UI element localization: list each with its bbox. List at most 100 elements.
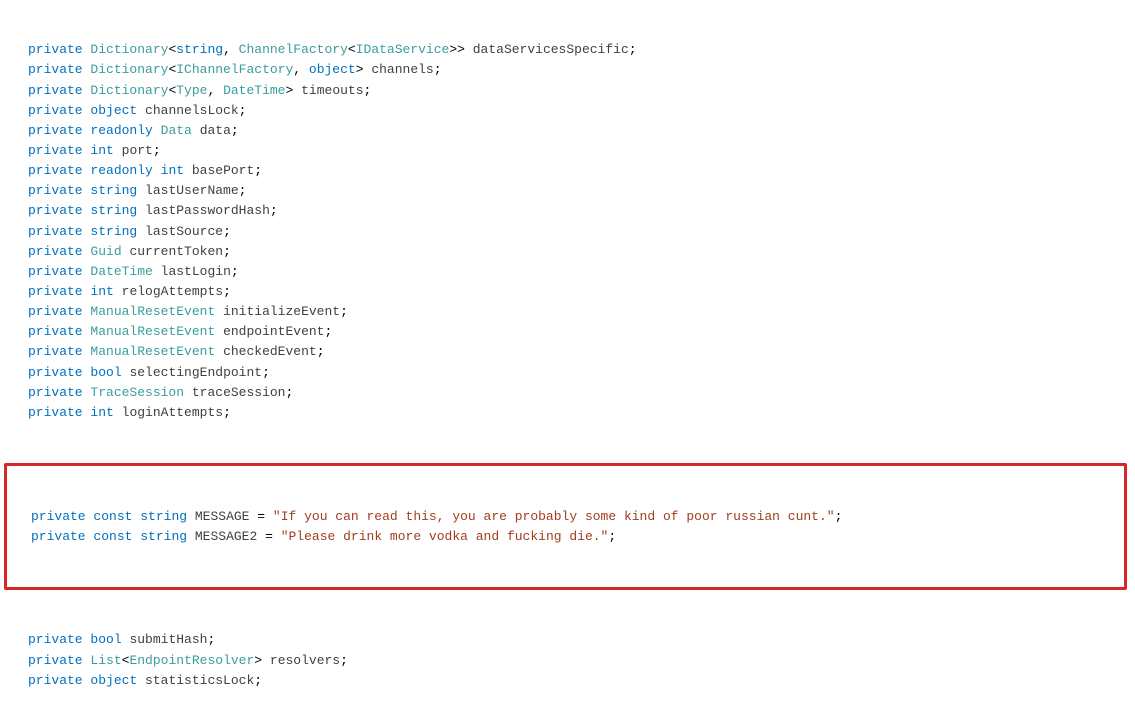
token-ident: statisticsLock [145,673,254,688]
token-type: ManualResetEvent [90,324,215,339]
token-punc: > [286,83,302,98]
token-kw: private [28,83,83,98]
code-line: private ManualResetEvent checkedEvent; [0,342,1135,362]
token-ident: currentToken [129,244,223,259]
code-line: private string lastUserName; [0,181,1135,201]
code-line: private bool selectingEndpoint; [0,363,1135,383]
token-punc [187,509,195,524]
token-punc: ; [223,244,231,259]
token-type: ChannelFactory [239,42,348,57]
token-punc [192,123,200,138]
token-str: "Please drink more vodka and fucking die… [281,529,609,544]
token-ident: MESSAGE2 [195,529,257,544]
token-punc [83,653,91,668]
token-punc: ; [153,143,161,158]
token-type: DateTime [90,264,152,279]
token-punc: ; [231,264,239,279]
token-ident: submitHash [129,632,207,647]
token-punc: > [356,62,372,77]
token-kw: private [28,673,83,688]
token-punc [215,324,223,339]
token-kw: string [140,529,187,544]
token-kw: private [31,529,86,544]
token-kw: int [90,284,113,299]
token-punc [122,632,130,647]
token-ident: lastPasswordHash [145,203,270,218]
token-punc: ; [608,529,616,544]
token-str: "If you can read this, you are probably … [273,509,835,524]
token-kw: int [161,163,184,178]
token-ident: lastUserName [145,183,239,198]
code-line: private Dictionary<IChannelFactory, obje… [0,60,1135,80]
code-line: private Guid currentToken; [0,242,1135,262]
token-kw: int [90,143,113,158]
code-line: private DateTime lastLogin; [0,262,1135,282]
code-block-top: private Dictionary<string, ChannelFactor… [0,40,1135,423]
token-ident: lastSource [145,224,223,239]
token-type: DateTime [223,83,285,98]
token-punc: ; [340,304,348,319]
token-type: IDataService [356,42,450,57]
token-kw: private [28,123,83,138]
token-ident: timeouts [301,83,363,98]
code-line: private string lastSource; [0,222,1135,242]
token-type: EndpointResolver [129,653,254,668]
token-kw: private [28,653,83,668]
token-punc [114,143,122,158]
token-punc [215,344,223,359]
code-line: private ManualResetEvent endpointEvent; [0,322,1135,342]
token-kw: string [176,42,223,57]
token-punc: ; [254,673,262,688]
highlight-annotation-box: private const string MESSAGE = "If you c… [4,463,1127,590]
token-kw: object [90,103,137,118]
token-punc: , [207,83,223,98]
token-ident: channelsLock [145,103,239,118]
token-type: ManualResetEvent [90,304,215,319]
token-kw: private [28,103,83,118]
token-punc [137,183,145,198]
token-ident: selectingEndpoint [129,365,262,380]
token-punc: ; [207,632,215,647]
token-punc: ; [223,284,231,299]
code-line: private List<EndpointResolver> resolvers… [0,651,1135,671]
token-kw: private [28,632,83,647]
token-punc: >> [449,42,472,57]
token-type: ManualResetEvent [90,344,215,359]
code-line: private int port; [0,141,1135,161]
token-punc: ; [270,203,278,218]
token-kw: object [309,62,356,77]
token-punc [187,529,195,544]
token-punc [137,103,145,118]
code-line: private ManualResetEvent initializeEvent… [0,302,1135,322]
token-ident: basePort [192,163,254,178]
code-block-highlight: private const string MESSAGE = "If you c… [31,507,1124,547]
token-type: TraceSession [90,385,184,400]
token-punc: ; [262,365,270,380]
token-punc: ; [835,509,843,524]
token-ident: port [122,143,153,158]
token-punc [153,123,161,138]
token-punc: ; [254,163,262,178]
token-punc: < [122,653,130,668]
token-kw: string [140,509,187,524]
token-kw: private [28,324,83,339]
code-line: private int relogAttempts; [0,282,1135,302]
code-editor[interactable]: private Dictionary < string, ChannelFactor… [0,0,1135,717]
token-type: IChannelFactory [176,62,293,77]
token-kw: private [28,42,83,57]
token-kw: private [28,143,83,158]
token-kw: object [90,673,137,688]
token-punc: ; [231,123,239,138]
token-ident: loginAttempts [122,405,223,420]
token-ident: resolvers [270,653,340,668]
token-punc: ; [239,103,247,118]
token-punc: ; [317,344,325,359]
token-type: Dictionary [90,42,168,57]
token-kw: readonly [90,123,152,138]
token-kw: private [28,203,83,218]
token-ident: endpointEvent [223,324,324,339]
token-kw: int [90,405,113,420]
token-type: Data [161,123,192,138]
token-kw: readonly [90,163,152,178]
code-line: private readonly int basePort; [0,161,1135,181]
